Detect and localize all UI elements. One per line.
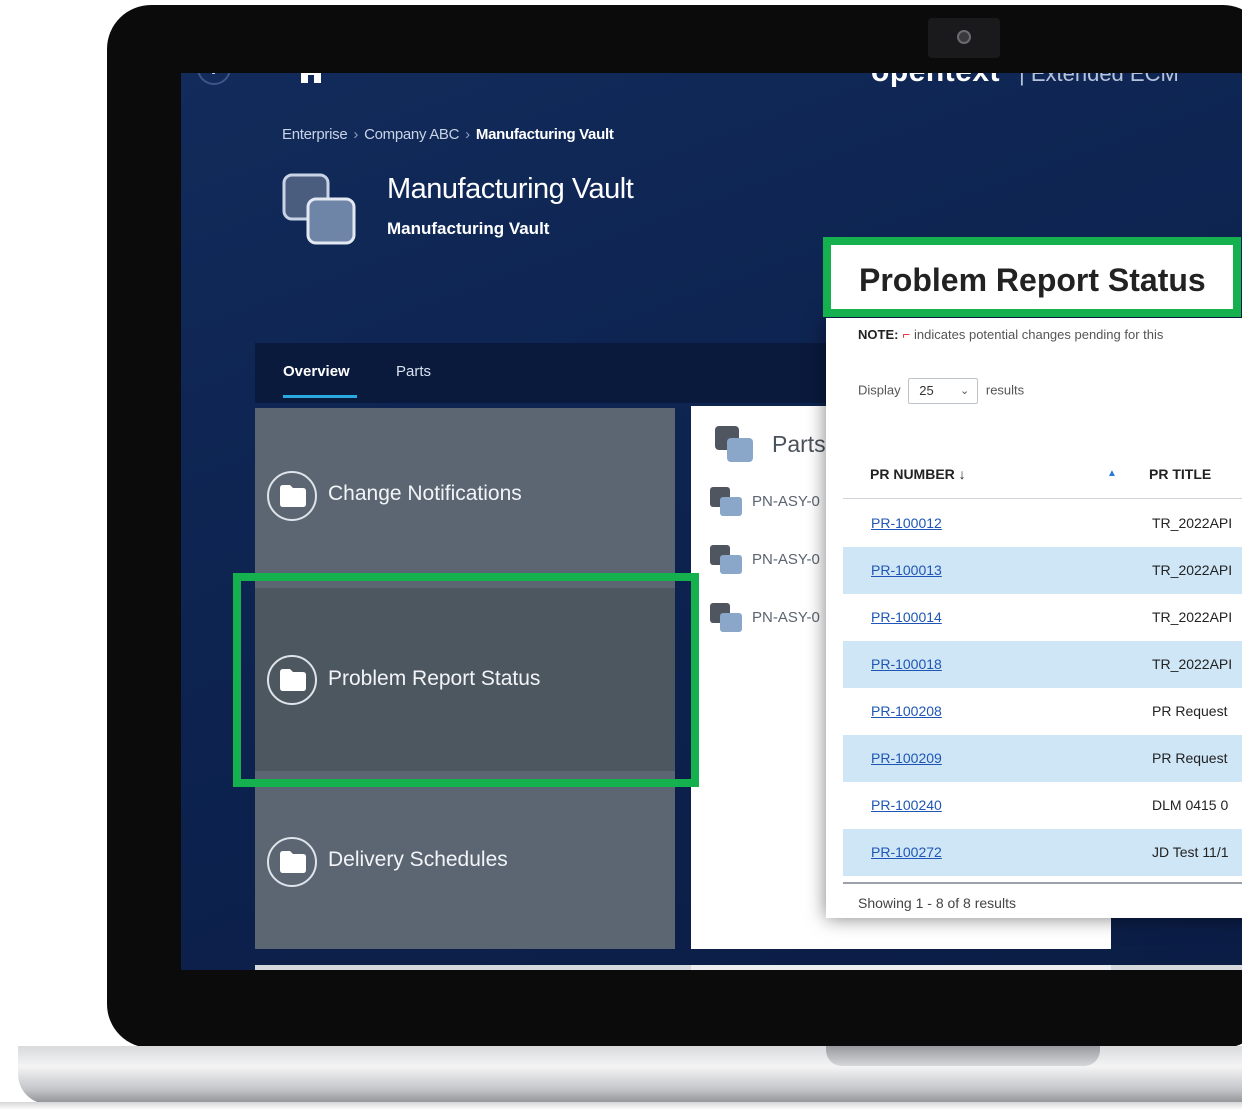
highlight-frame [233,573,699,787]
problem-report-card: NOTE: ⌐ indicates potential changes pendin… [826,318,1242,918]
column-header-pr-title[interactable]: PR TITLE [1149,452,1211,496]
breadcrumb: Enterprise › Company ABC › Manufacturing Vau… [282,126,614,143]
pr-title: TR_2022API [1152,656,1233,672]
table-footer-divider [843,882,1242,884]
part-number: PN-ASY-0 [752,493,820,510]
pr-number-link[interactable]: PR-100018 [871,656,942,672]
column-header-pr-number[interactable]: PR NUMBER ↓ [870,452,966,496]
display-control: Display 25 ⌄ results [858,378,1024,404]
sort-icon[interactable]: ▲ [1107,452,1117,496]
pr-title: PR Request [1152,703,1228,719]
part-number: PN-ASY-0 [752,609,820,626]
tile-label: Delivery Schedules [328,848,508,871]
table-header-divider [843,498,1242,499]
tile-label: Change Notifications [328,482,522,505]
pr-title: DLM 0415 0 [1152,797,1229,813]
pr-number-link[interactable]: PR-100240 [871,797,942,813]
brand-subtitle: | Extended ECM [1019,73,1179,86]
brand-logo: opentext [871,73,1000,89]
active-tab-indicator [283,395,357,398]
table-row: PR-100240 DLM 0415 0 [843,782,1242,829]
display-label: Display [858,382,901,398]
note-body: indicates potential changes pending for … [914,327,1164,342]
laptop-shadow [0,1102,1242,1110]
help-icon[interactable]: ? [197,73,231,85]
pending-flag-icon: ⌐ [902,327,911,342]
results-count: Showing 1 - 8 of 8 results [858,895,1016,911]
table-row: PR-100012 TR_2022API [843,500,1242,547]
parts-panel-title: Parts [772,431,826,457]
breadcrumb-separator: › [465,126,470,143]
pr-title: TR_2022API [1152,562,1233,578]
tile-change-notifications[interactable]: Change Notifications [255,408,675,588]
pr-title: TR_2022API [1152,515,1233,531]
note-label: NOTE: [858,327,899,342]
chevron-down-icon: ⌄ [960,385,970,397]
bottom-divider [691,965,1111,970]
page-subtitle: Manufacturing Vault [387,219,550,238]
page-size-value: 25 [919,383,934,398]
pr-number-link[interactable]: PR-100012 [871,515,942,531]
part-number: PN-ASY-0 [752,551,820,568]
pr-number-link[interactable]: PR-100272 [871,844,942,860]
note-text: NOTE: ⌐ indicates potential changes pendin… [858,327,1163,342]
tab-overview[interactable]: Overview [283,363,350,380]
breadcrumb-item-company[interactable]: Company ABC [364,126,459,143]
table-row: PR-100272 JD Test 11/1 [843,829,1242,876]
problem-report-heading: Problem Report Status [859,262,1206,298]
table-row: PR-100018 TR_2022API [843,641,1242,688]
pr-number-link[interactable]: PR-100013 [871,562,942,578]
parts-icon [710,545,742,574]
camera-icon [957,30,971,44]
top-bar: ? ^ opentext | Extended ECM [181,73,1242,91]
chevron-up-icon[interactable]: ^ [386,73,394,79]
page-size-select[interactable]: 25 ⌄ [908,378,979,404]
tab-parts[interactable]: Parts [396,363,431,380]
highlight-frame: Problem Report Status [823,237,1241,317]
tile-delivery-schedules[interactable]: Delivery Schedules [255,771,675,949]
pr-number-link[interactable]: PR-100208 [871,703,942,719]
page-title: Manufacturing Vault [387,173,634,205]
table-row: PR-100209 PR Request [843,735,1242,782]
pr-title: TR_2022API [1152,609,1233,625]
parts-icon [710,603,742,632]
table-row: PR-100013 TR_2022API [843,547,1242,594]
results-label: results [985,382,1025,398]
pr-title: JD Test 11/1 [1152,844,1229,860]
pr-number-link[interactable]: PR-100209 [871,750,942,766]
parts-icon [710,487,742,516]
laptop-base-notch [826,1046,1100,1066]
pr-number-link[interactable]: PR-100014 [871,609,942,625]
folder-icon [267,471,317,521]
breadcrumb-item-enterprise[interactable]: Enterprise [282,126,348,143]
breadcrumb-separator: › [353,126,359,143]
table-row: PR-100014 TR_2022API [843,594,1242,641]
folder-icon [267,837,317,887]
pr-title: PR Request [1152,750,1228,766]
table-row: PR-100208 PR Request [843,688,1242,735]
vault-icon [282,173,356,245]
breadcrumb-item-current: Manufacturing Vault [475,126,614,143]
parts-icon [715,426,753,462]
home-icon[interactable] [297,73,325,83]
